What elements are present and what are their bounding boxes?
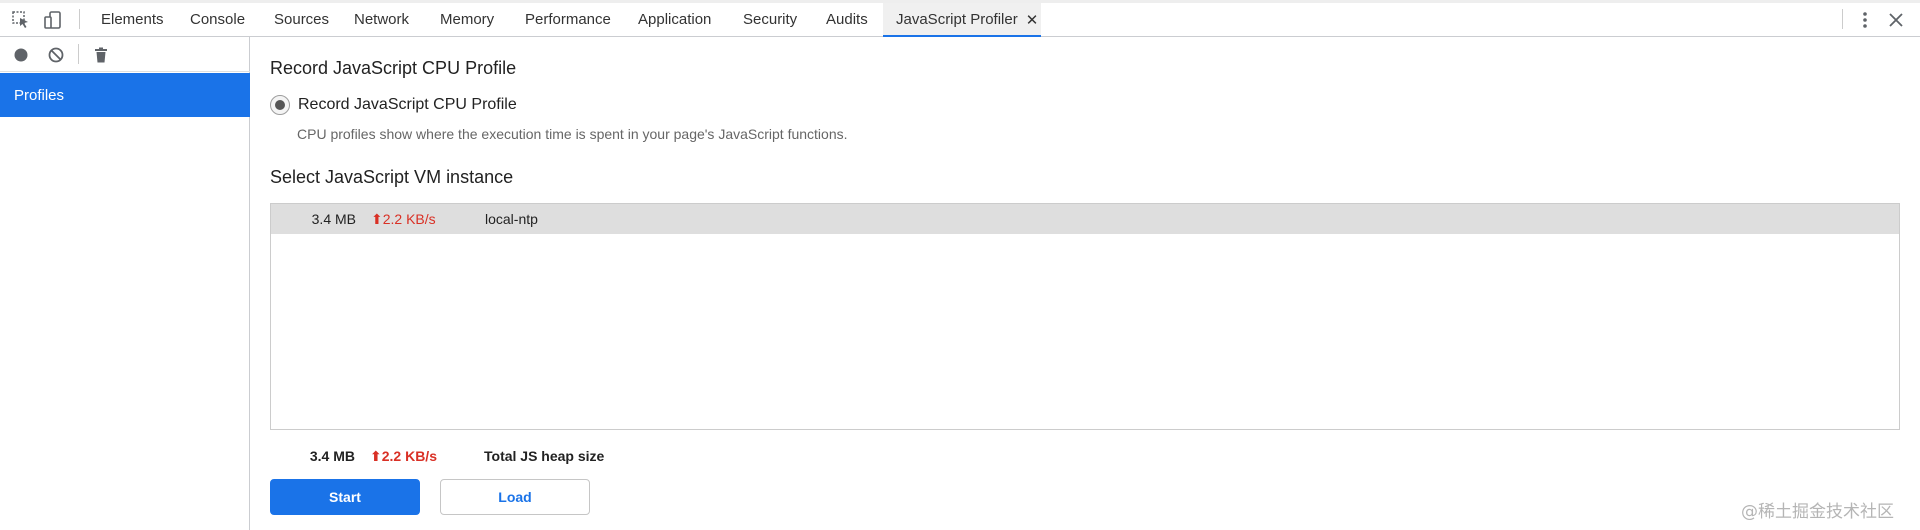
vm-heap-size: 3.4 MB [311,211,356,227]
close-devtools-icon[interactable] [1885,9,1907,31]
tab-label: Memory [440,11,495,28]
clear-icon[interactable] [45,44,67,66]
start-button[interactable]: Start [270,479,420,515]
sidebar-item-label: Profiles [14,86,65,104]
tab-memory[interactable]: Memory [427,3,507,36]
radio-label: Record JavaScript CPU Profile [298,96,517,113]
sidebar-item-profiles[interactable]: Profiles [0,73,250,117]
devtools-tab-bar: Elements Console Sources Network Memory … [0,0,1920,37]
tab-network[interactable]: Network [341,3,422,36]
tab-performance[interactable]: Performance [512,3,624,36]
load-button[interactable]: Load [440,479,590,515]
tab-label: Console [190,11,246,28]
watermark: @稀土掘金技术社区 [1741,502,1894,522]
sidebar-toolbar-divider [78,44,79,64]
vm-instance-row[interactable]: 3.4 MB ⬆2.2 KB/s local-ntp [271,204,1899,234]
tab-label: JavaScript Profiler [896,11,1018,28]
tab-elements[interactable]: Elements [88,3,177,36]
tab-label: Elements [101,11,164,28]
tab-application[interactable]: Application [625,3,724,36]
tab-label: Performance [525,11,611,28]
vm-instance-name: local-ntp [485,211,538,227]
vm-instance-list: 3.4 MB ⬆2.2 KB/s local-ntp [270,203,1900,430]
total-heap-label: Total JS heap size [484,448,605,464]
tab-security[interactable]: Security [730,3,810,36]
tab-label: Security [743,11,798,28]
cpu-profile-option[interactable]: Record JavaScript CPU Profile [270,94,517,116]
radio-button[interactable] [270,95,290,115]
profiles-sidebar: Profiles [0,37,250,530]
close-tab-icon[interactable]: ✕ [1026,11,1039,29]
inspect-element-icon[interactable] [10,9,32,31]
vm-section-title: Select JavaScript VM instance [270,167,514,187]
tab-label: Application [638,11,712,28]
device-toggle-icon[interactable] [42,9,64,31]
vm-heap-rate: ⬆2.2 KB/s [371,211,436,227]
total-heap-size: 3.4 MB [309,448,355,464]
tab-console[interactable]: Console [177,3,258,36]
tab-audits[interactable]: Audits [813,3,881,36]
total-heap-rate: ⬆2.2 KB/s [370,448,437,464]
section-title: Record JavaScript CPU Profile [270,58,517,78]
more-menu-icon[interactable] [1854,9,1876,31]
radio-description: CPU profiles show where the execution ti… [297,126,848,142]
profiler-launcher-panel: Record JavaScript CPU Profile Record Jav… [251,37,1920,530]
toolbar-divider [1842,9,1843,29]
radio-dot [275,100,285,110]
heap-summary: 3.4 MB ⬆2.2 KB/s Total JS heap size [270,446,870,466]
delete-icon[interactable] [90,44,112,66]
tab-javascript-profiler[interactable]: JavaScript Profiler ✕ [883,3,1041,37]
record-icon[interactable] [10,44,32,66]
toolbar-divider [79,9,80,29]
tab-label: Audits [826,11,868,28]
sidebar-toolbar [0,37,250,72]
tab-label: Sources [274,11,330,28]
tab-sources[interactable]: Sources [261,3,342,36]
tab-label: Network [354,11,410,28]
